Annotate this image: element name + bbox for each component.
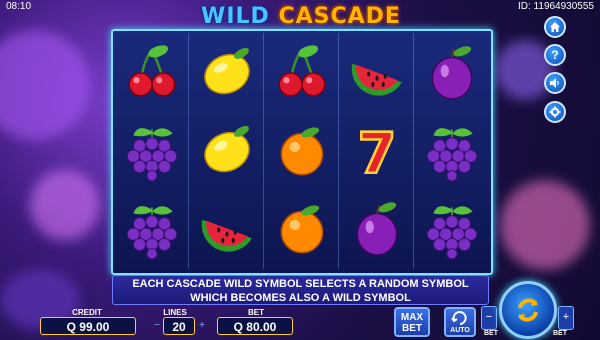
home-icon bbox=[550, 22, 560, 32]
grapes-symbol bbox=[115, 189, 188, 267]
speaker-icon bbox=[550, 78, 559, 88]
lemon-symbol bbox=[190, 111, 263, 189]
max-bet-label-line2: BET bbox=[402, 323, 422, 334]
watermelon-symbol bbox=[340, 33, 413, 111]
logo-word-wild: WILD bbox=[201, 4, 270, 29]
minus-icon: − bbox=[485, 311, 493, 323]
reel-4: 7 bbox=[340, 33, 414, 269]
info-message-banner: EACH CASCADE WILD SYMBOL SELECTS A RANDO… bbox=[112, 275, 489, 305]
game-id: ID: 11964930555 bbox=[518, 1, 594, 12]
autoplay-label: AUTO bbox=[450, 327, 470, 334]
gear-icon bbox=[549, 106, 561, 118]
plus-icon: + bbox=[562, 311, 570, 323]
help-button[interactable]: ? bbox=[544, 44, 566, 66]
reel-2 bbox=[190, 33, 264, 269]
autoplay-button[interactable]: AUTO bbox=[444, 307, 476, 337]
home-button[interactable] bbox=[544, 16, 566, 38]
reel-3 bbox=[265, 33, 339, 269]
bokeh-light bbox=[500, 180, 590, 270]
lines-display: 20 bbox=[163, 317, 195, 335]
lemon-symbol bbox=[190, 33, 263, 111]
bokeh-light bbox=[30, 170, 100, 240]
watermelon-symbol bbox=[190, 189, 263, 267]
sound-button[interactable] bbox=[544, 72, 566, 94]
bet-decrease-label: BET bbox=[484, 330, 498, 337]
message-line-1: EACH CASCADE WILD SYMBOL SELECTS A RANDO… bbox=[132, 278, 469, 290]
bet-label: BET bbox=[248, 308, 264, 317]
credit-display: Q 99.00 bbox=[40, 317, 136, 335]
question-icon: ? bbox=[551, 48, 559, 62]
reel-grid: 7 bbox=[111, 29, 493, 275]
orange-symbol bbox=[265, 189, 338, 267]
spin-button[interactable] bbox=[499, 281, 557, 339]
reel-1 bbox=[115, 33, 189, 269]
plum-symbol bbox=[415, 33, 488, 111]
bokeh-light bbox=[0, 30, 90, 140]
grapes-symbol bbox=[415, 189, 488, 267]
bet-increase-button[interactable]: + bbox=[558, 306, 574, 330]
logo-word-cascade: CASCADE bbox=[278, 4, 401, 29]
spin-icon bbox=[518, 298, 538, 322]
svg-text:7: 7 bbox=[357, 122, 396, 181]
grapes-symbol bbox=[115, 111, 188, 189]
orange-symbol bbox=[265, 111, 338, 189]
lines-increase-button[interactable]: + bbox=[197, 317, 207, 335]
bet-decrease-button[interactable]: − bbox=[481, 306, 497, 330]
plum-symbol bbox=[340, 189, 413, 267]
lines-label: LINES bbox=[163, 308, 187, 317]
autoplay-icon bbox=[451, 311, 467, 325]
reel-5 bbox=[415, 33, 488, 269]
cherry-symbol bbox=[115, 33, 188, 111]
message-line-2: WHICH BECOMES ALSO A WILD SYMBOL bbox=[190, 292, 411, 304]
cherry-symbol bbox=[265, 33, 338, 111]
seven-symbol: 7 bbox=[340, 111, 413, 189]
bet-increase-label: BET bbox=[553, 330, 567, 337]
credit-label: CREDIT bbox=[72, 308, 102, 317]
settings-button[interactable] bbox=[544, 101, 566, 123]
max-bet-label-line1: MAX bbox=[400, 312, 424, 323]
clock: 08:10 bbox=[6, 1, 32, 12]
bet-display: Q 80.00 bbox=[217, 317, 293, 335]
lines-decrease-button[interactable]: − bbox=[152, 317, 162, 335]
max-bet-button[interactable]: MAX BET bbox=[394, 307, 430, 337]
grapes-symbol bbox=[415, 111, 488, 189]
